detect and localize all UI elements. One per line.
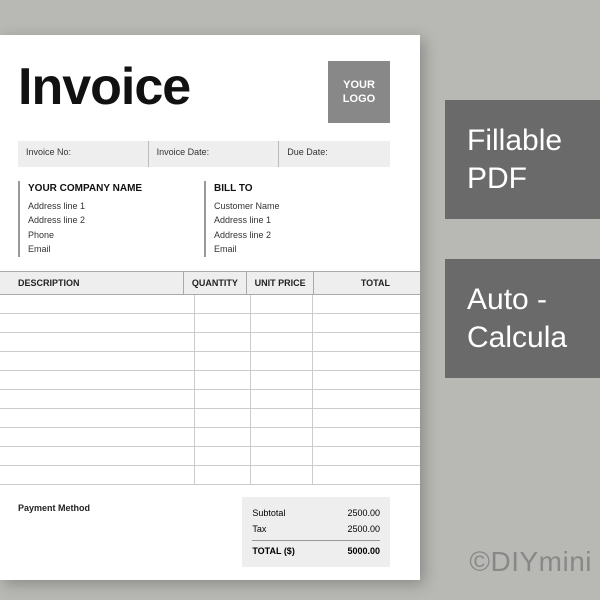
- billto-line2: Address line 2: [214, 228, 390, 242]
- side-block-auto: Auto - Calcula: [445, 259, 600, 378]
- table-body: [0, 295, 420, 485]
- subtotal-label: Subtotal: [252, 508, 285, 518]
- totals-box: Subtotal 2500.00 Tax 2500.00 TOTAL ($) 5…: [242, 497, 390, 567]
- billto-heading: BILL TO: [214, 181, 390, 197]
- table-row: [0, 295, 420, 314]
- subtotal-row: Subtotal 2500.00: [252, 505, 380, 521]
- col-description: DESCRIPTION: [0, 272, 184, 294]
- from-line2: Address line 2: [28, 213, 204, 227]
- table-row: [0, 371, 420, 390]
- from-address: YOUR COMPANY NAME Address line 1 Address…: [18, 181, 204, 257]
- address-section: YOUR COMPANY NAME Address line 1 Address…: [0, 167, 420, 271]
- logo-placeholder: YOUR LOGO: [328, 61, 390, 123]
- tax-label: Tax: [252, 524, 266, 534]
- meta-bar: Invoice No: Invoice Date: Due Date:: [18, 141, 390, 167]
- side-block-fillable: Fillable PDF: [445, 100, 600, 219]
- page-title: Invoice: [18, 57, 190, 117]
- table-header: DESCRIPTION QUANTITY UNIT PRICE TOTAL: [0, 272, 420, 295]
- col-total: TOTAL: [314, 272, 420, 294]
- invoice-no-label: Invoice No:: [18, 141, 149, 167]
- total-value: 5000.00: [347, 546, 380, 556]
- invoice-date-label: Invoice Date:: [149, 141, 280, 167]
- table-row: [0, 333, 420, 352]
- tax-value: 2500.00: [347, 524, 380, 534]
- side-labels: Fillable PDF Auto - Calcula: [445, 100, 600, 418]
- billto-line1: Address line 1: [214, 213, 390, 227]
- side-line4: Calcula: [467, 321, 567, 354]
- col-unit-price: UNIT PRICE: [247, 272, 315, 294]
- table-row: [0, 428, 420, 447]
- bottom-section: Payment Method Subtotal 2500.00 Tax 2500…: [0, 485, 420, 567]
- due-date-label: Due Date:: [279, 141, 390, 167]
- invoice-document: Invoice YOUR LOGO Invoice No: Invoice Da…: [0, 35, 420, 580]
- bill-to-address: BILL TO Customer Name Address line 1 Add…: [204, 181, 390, 257]
- table-row: [0, 447, 420, 466]
- table-row: [0, 466, 420, 485]
- subtotal-value: 2500.00: [347, 508, 380, 518]
- items-table: DESCRIPTION QUANTITY UNIT PRICE TOTAL: [0, 271, 420, 485]
- table-row: [0, 409, 420, 428]
- from-heading: YOUR COMPANY NAME: [28, 181, 204, 197]
- from-line1: Address line 1: [28, 199, 204, 213]
- tax-row: Tax 2500.00: [252, 521, 380, 537]
- billto-email: Email: [214, 242, 390, 256]
- payment-method-label: Payment Method: [18, 497, 222, 567]
- table-row: [0, 390, 420, 409]
- side-line3: Auto -: [467, 283, 547, 316]
- col-quantity: QUANTITY: [184, 272, 247, 294]
- header: Invoice YOUR LOGO: [0, 57, 420, 123]
- from-phone: Phone: [28, 228, 204, 242]
- watermark: ©DIYmini: [469, 546, 592, 578]
- side-line1: Fillable: [467, 124, 562, 157]
- total-row: TOTAL ($) 5000.00: [252, 540, 380, 559]
- billto-name: Customer Name: [214, 199, 390, 213]
- total-label: TOTAL ($): [252, 546, 295, 556]
- side-line2: PDF: [467, 162, 527, 195]
- table-row: [0, 352, 420, 371]
- table-row: [0, 314, 420, 333]
- from-email: Email: [28, 242, 204, 256]
